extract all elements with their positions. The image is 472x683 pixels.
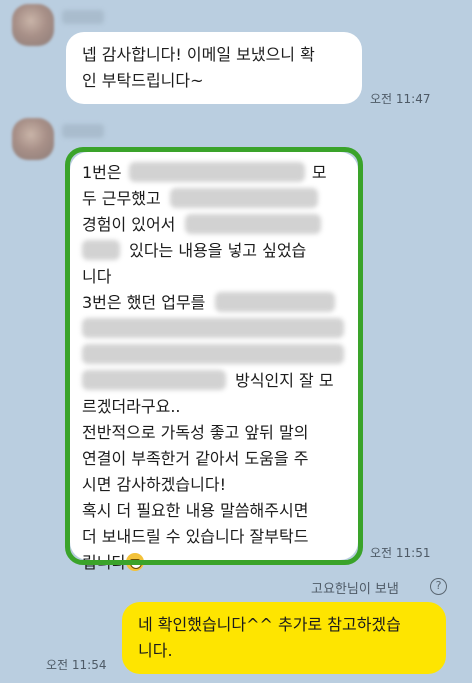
sent-by-label: 고요한님이 보냄 — [311, 582, 399, 597]
message-text-line: 인 부탁드립니다~ — [82, 71, 204, 90]
question-icon[interactable]: ? — [430, 578, 447, 595]
sender-avatar[interactable] — [12, 4, 54, 46]
message-time: 오전 11:47 — [370, 92, 431, 106]
incoming-message-bubble[interactable]: 넵 감사합니다! 이메일 보냈으니 확 인 부탁드립니다~ — [66, 32, 362, 104]
sender-name-redacted — [62, 10, 104, 24]
message-text-line: 니다. — [138, 641, 173, 660]
message-text-line: 네 확인했습니다^^ 추가로 참고하겠습 — [138, 615, 401, 634]
message-time: 오전 11:54 — [46, 658, 107, 672]
sender-avatar[interactable] — [12, 118, 54, 160]
highlight-frame — [65, 147, 363, 565]
sender-name-redacted — [62, 124, 104, 138]
message-time: 오전 11:51 — [370, 546, 431, 560]
message-text-line: 넵 감사합니다! 이메일 보냈으니 확 — [82, 45, 315, 64]
outgoing-message-bubble[interactable]: 네 확인했습니다^^ 추가로 참고하겠습 니다. — [122, 602, 446, 674]
